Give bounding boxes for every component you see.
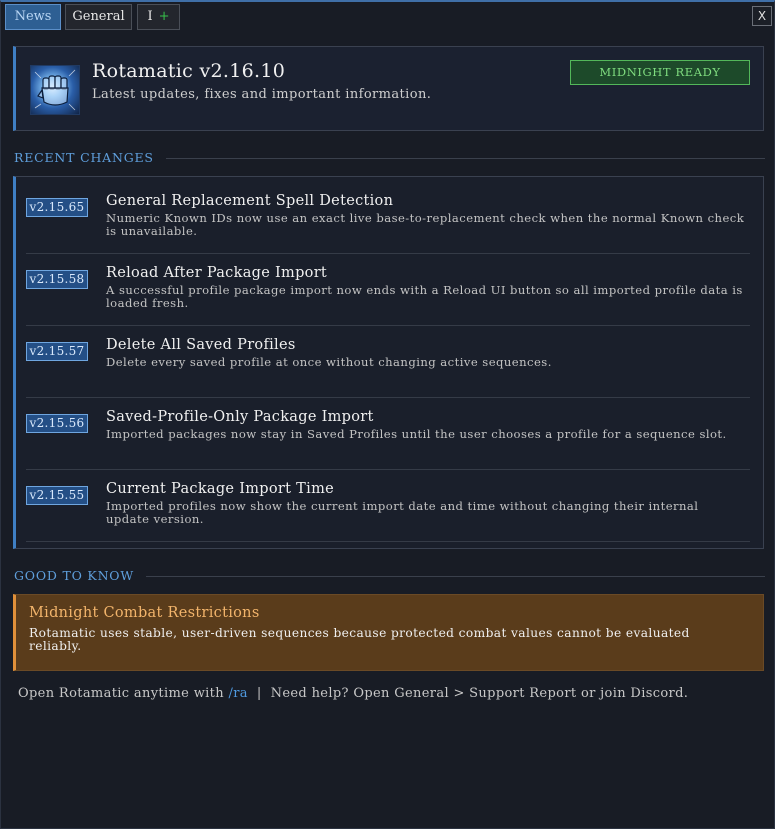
change-description: A successful profile package import now …	[106, 283, 743, 310]
tab-news[interactable]: News	[5, 4, 61, 30]
recent-changes-label: RECENT CHANGES	[14, 150, 166, 165]
footer-help: Need help? Open General > Support Report…	[270, 686, 689, 701]
warning-text: Rotamatic uses stable, user-driven seque…	[29, 626, 690, 653]
change-item: v2.15.55 Current Package Import Time Imp…	[26, 469, 750, 542]
change-title: Delete All Saved Profiles	[106, 337, 296, 353]
tab-news-label: News	[14, 9, 52, 24]
footer-hint: Open Rotamatic anytime with /ra | Need hel…	[18, 686, 688, 701]
version-badge: v2.15.58	[26, 270, 88, 289]
change-title: Current Package Import Time	[106, 481, 335, 497]
change-item: v2.15.58 Reload After Package Import A s…	[26, 253, 750, 326]
change-description: Imported profiles now show the current i…	[106, 499, 699, 526]
fist-icon	[30, 65, 80, 115]
plus-icon: +	[158, 9, 170, 24]
midnight-ready-badge: MIDNIGHT READY	[570, 60, 750, 85]
header-card: Rotamatic v2.16.10 Latest updates, fixes…	[13, 46, 764, 131]
page-subtitle: Latest updates, fixes and important info…	[92, 87, 432, 102]
tab-extra-label: I	[147, 9, 153, 24]
version-badge: v2.15.57	[26, 342, 88, 361]
warning-card: Midnight Combat Restrictions Rotamatic u…	[13, 594, 764, 671]
recent-changes-heading: RECENT CHANGES	[14, 150, 765, 168]
recent-changes-panel: v2.15.65 General Replacement Spell Detec…	[13, 176, 764, 549]
slash-command: /ra	[228, 686, 248, 701]
footer-prefix: Open Rotamatic anytime with	[18, 686, 224, 701]
version-badge: v2.15.65	[26, 198, 88, 217]
change-title: General Replacement Spell Detection	[106, 193, 394, 209]
tab-general-label: General	[72, 9, 125, 24]
good-to-know-heading: GOOD TO KNOW	[14, 568, 765, 586]
page-title: Rotamatic v2.16.10	[92, 60, 286, 82]
footer-separator: |	[256, 686, 262, 701]
change-description: Delete every saved profile at once witho…	[106, 355, 552, 369]
close-button[interactable]: X	[752, 6, 772, 26]
change-description: Numeric Known IDs now use an exact live …	[106, 211, 745, 238]
change-item: v2.15.56 Saved-Profile-Only Package Impo…	[26, 397, 750, 470]
change-item: v2.15.65 General Replacement Spell Detec…	[26, 181, 750, 254]
change-title: Reload After Package Import	[106, 265, 328, 281]
change-item: v2.15.57 Delete All Saved Profiles Delet…	[26, 325, 750, 398]
tab-bar: News General I + X	[0, 0, 775, 34]
good-to-know-label: GOOD TO KNOW	[14, 568, 147, 583]
warning-title: Midnight Combat Restrictions	[29, 605, 260, 621]
version-badge: v2.15.56	[26, 414, 88, 433]
change-title: Saved-Profile-Only Package Import	[106, 409, 374, 425]
change-description: Imported packages now stay in Saved Prof…	[106, 427, 727, 441]
tab-extra[interactable]: I +	[137, 4, 180, 30]
tab-general[interactable]: General	[65, 4, 132, 30]
version-badge: v2.15.55	[26, 486, 88, 505]
